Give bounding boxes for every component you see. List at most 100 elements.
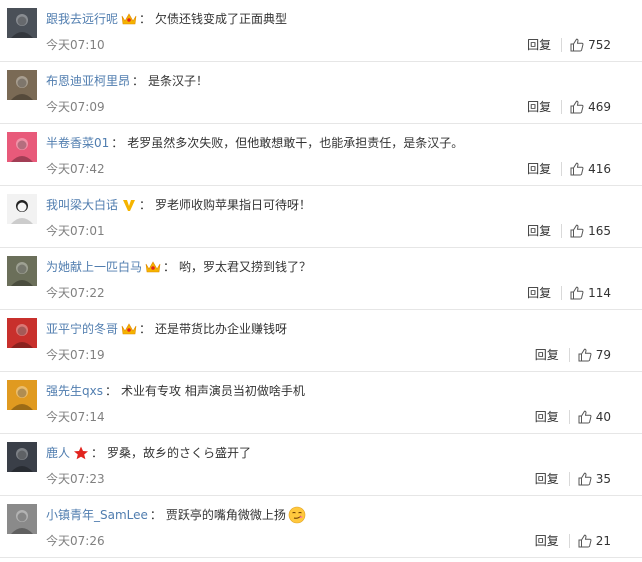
avatar[interactable] <box>7 256 37 286</box>
comment-text: 是条汉子！ <box>148 74 209 88</box>
comment-line: 小镇青年_SamLee：贾跃亭的嘴角微微上扬 <box>46 506 306 524</box>
colon: ： <box>139 322 152 336</box>
like-button[interactable]: 752 <box>570 36 611 54</box>
like-count: 79 <box>595 348 611 362</box>
like-button[interactable]: 21 <box>578 532 611 550</box>
avatar[interactable] <box>7 70 37 100</box>
colon: ： <box>139 198 152 212</box>
reply-button[interactable]: 回复 <box>535 532 559 550</box>
comment-item: 布恩迪亚柯里昂：是条汉子！ 今天07:09 回复 469 <box>0 62 642 124</box>
reply-button[interactable]: 回复 <box>527 98 551 116</box>
like-button[interactable]: 469 <box>570 98 611 116</box>
like-count: 35 <box>595 472 611 486</box>
like-button[interactable]: 114 <box>570 284 611 302</box>
comment-line: 我叫梁大白话 ：罗老师收购苹果指日可待呀！ <box>46 196 311 214</box>
username-link[interactable]: 半卷香菜01 <box>46 134 109 152</box>
action-divider <box>561 38 563 52</box>
username-link[interactable]: 为她献上一匹白马 <box>46 258 142 276</box>
username-link[interactable]: 鹿人 <box>46 444 70 462</box>
comment-actions: 回复 416 <box>527 160 611 178</box>
comment-time: 今天07:14 <box>46 410 105 424</box>
vip-crown-icon[interactable] <box>121 12 137 26</box>
comment-actions: 回复 21 <box>535 532 611 550</box>
like-button[interactable]: 40 <box>578 408 611 426</box>
colon: ： <box>111 136 124 150</box>
action-divider <box>561 162 563 176</box>
username-link[interactable]: 亚平宁的冬哥 <box>46 320 118 338</box>
vip-crown-icon[interactable] <box>145 260 161 274</box>
reply-button[interactable]: 回复 <box>527 284 551 302</box>
thumbs-up-icon <box>570 100 588 114</box>
verified-v-icon[interactable] <box>121 198 137 212</box>
avatar[interactable] <box>7 8 37 38</box>
like-count: 165 <box>588 224 611 238</box>
comment-item: 跟我去远行呢 ：欠债还钱变成了正面典型 今天07:10 回复 752 <box>0 0 642 62</box>
comment-text: 哟，罗太君又捞到钱了？ <box>179 260 312 274</box>
comment-actions: 回复 114 <box>527 284 611 302</box>
avatar[interactable] <box>7 132 37 162</box>
like-button[interactable]: 165 <box>570 222 611 240</box>
comment-text: 欠债还钱变成了正面典型 <box>155 12 288 26</box>
comment-item: 鹿人 ：罗桑，故乡的さくら盛开了 今天07:23 回复 35 <box>0 434 642 496</box>
comment-actions: 回复 79 <box>535 346 611 364</box>
comment-time: 今天07:26 <box>46 534 105 548</box>
reply-button[interactable]: 回复 <box>535 346 559 364</box>
star-icon[interactable] <box>73 446 89 460</box>
comment-actions: 回复 752 <box>527 36 611 54</box>
thumbs-up-icon <box>570 286 588 300</box>
avatar[interactable] <box>7 194 37 224</box>
username-link[interactable]: 强先生qxs <box>46 382 103 400</box>
comment-text: 术业有专攻 相声演员当初做啥手机 <box>121 384 305 398</box>
comment-time: 今天07:01 <box>46 224 105 238</box>
like-button[interactable]: 79 <box>578 346 611 364</box>
like-count: 416 <box>588 162 611 176</box>
comment-time: 今天07:09 <box>46 100 105 114</box>
reply-button[interactable]: 回复 <box>527 36 551 54</box>
comment-time: 今天07:19 <box>46 348 105 362</box>
comment-line: 跟我去远行呢 ：欠债还钱变成了正面典型 <box>46 10 287 28</box>
reply-button[interactable]: 回复 <box>527 160 551 178</box>
comment-text: 罗桑，故乡的さくら盛开了 <box>107 446 252 460</box>
thumbs-up-icon <box>578 472 596 486</box>
thumbs-up-icon <box>570 162 588 176</box>
comment-item: 我叫梁大白话 ：罗老师收购苹果指日可待呀！ 今天07:01 回复 165 <box>0 186 642 248</box>
thumbs-up-icon <box>578 534 596 548</box>
like-button[interactable]: 416 <box>570 160 611 178</box>
username-link[interactable]: 跟我去远行呢 <box>46 10 118 28</box>
username-link[interactable]: 小镇青年_SamLee <box>46 506 148 524</box>
like-count: 21 <box>595 534 611 548</box>
colon: ： <box>132 74 145 88</box>
like-count: 469 <box>588 100 611 114</box>
avatar[interactable] <box>7 504 37 534</box>
like-count: 40 <box>595 410 611 424</box>
comment-text: 还是带货比办企业赚钱呀 <box>155 322 288 336</box>
comment-list: 跟我去远行呢：欠债还钱变成了正面典型 今天07:10 回复 752 布恩迪亚柯里昂：是条… <box>0 0 642 558</box>
like-button[interactable]: 35 <box>578 470 611 488</box>
comment-item: 强先生qxs： 术业有专攻 相声演员当初做啥手机 今天07:14 回复 40 <box>0 372 642 434</box>
vip-crown-icon[interactable] <box>121 322 137 336</box>
comment-actions: 回复 35 <box>535 470 611 488</box>
colon: ： <box>139 12 152 26</box>
avatar[interactable] <box>7 442 37 472</box>
comment-line: 亚平宁的冬哥 ：还是带货比办企业赚钱呀 <box>46 320 287 338</box>
action-divider <box>568 534 570 548</box>
colon: ： <box>163 260 176 274</box>
thumbs-up-icon <box>570 38 588 52</box>
reply-button[interactable]: 回复 <box>535 408 559 426</box>
comment-time: 今天07:42 <box>46 162 105 176</box>
colon: ： <box>91 446 104 460</box>
reply-button[interactable]: 回复 <box>527 222 551 240</box>
comment-item: 亚平宁的冬哥 ：还是带货比办企业赚钱呀今天07:19 回复 79 <box>0 310 642 372</box>
avatar[interactable] <box>7 380 37 410</box>
username-link[interactable]: 布恩迪亚柯里昂 <box>46 72 130 90</box>
comment-actions: 回复 40 <box>535 408 611 426</box>
username-link[interactable]: 我叫梁大白话 <box>46 196 118 214</box>
reply-button[interactable]: 回复 <box>535 470 559 488</box>
comment-text: 贾跃亭的嘴角微微上扬 <box>165 508 286 522</box>
comment-time: 今天07:23 <box>46 472 105 486</box>
comment-line: 半卷香菜01：老罗虽然多次失败，但他敢想敢干，也能承担责任，是条汉子。 <box>46 134 463 152</box>
comment-line: 鹿人 ：罗桑，故乡的さくら盛开了 <box>46 444 251 462</box>
comment-item: 半卷香菜01：老罗虽然多次失败，但他敢想敢干，也能承担责任，是条汉子。今天07:… <box>0 124 642 186</box>
avatar[interactable] <box>7 318 37 348</box>
comment-text: 罗老师收购苹果指日可待呀！ <box>155 198 312 212</box>
